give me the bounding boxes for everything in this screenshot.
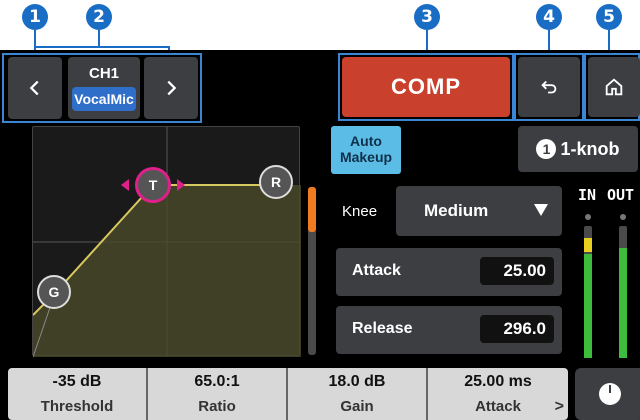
ratio-point-handle[interactable]: R <box>259 165 293 199</box>
channel-number: CH1 <box>88 65 119 82</box>
callout-5-line <box>608 30 610 52</box>
in-clip-indicator <box>585 214 591 220</box>
channel-name: VocalMic <box>72 87 136 111</box>
bottom-attack-cell[interactable]: 25.00 ms Attack > <box>428 368 568 420</box>
chevron-right-icon[interactable]: > <box>555 398 564 416</box>
release-row[interactable]: Release 296.0 <box>336 306 562 354</box>
in-meter-label: IN <box>578 186 597 204</box>
auto-makeup-line1: Auto <box>350 133 382 149</box>
attack-label: Attack <box>352 262 401 279</box>
compressor-graph[interactable]: G T R <box>32 126 301 357</box>
attack-row[interactable]: Attack 25.00 <box>336 248 562 296</box>
one-knob-number-icon: 1 <box>536 139 557 159</box>
gain-cell[interactable]: 18.0 dB Gain <box>288 368 428 420</box>
parameter-bar: -35 dB Threshold 65.0:1 Ratio 18.0 dB Ga… <box>8 368 568 420</box>
knee-value: Medium <box>424 201 489 220</box>
threshold-value: -35 dB <box>52 373 102 390</box>
callout-3-line <box>426 30 428 52</box>
ratio-label: Ratio <box>198 398 236 415</box>
chevron-right-icon <box>167 80 177 96</box>
auto-makeup-line2: Makeup <box>339 149 393 165</box>
callout-2: 2 <box>86 4 112 30</box>
bottom-attack-label: Attack <box>475 398 521 415</box>
back-button[interactable] <box>518 57 580 117</box>
threshold-label: Threshold <box>40 398 114 415</box>
auto-makeup-button[interactable]: Auto Makeup <box>331 126 401 174</box>
threshold-cell[interactable]: -35 dB Threshold <box>8 368 148 420</box>
gain-reduction-meter <box>308 187 316 355</box>
knob-button[interactable] <box>575 368 640 420</box>
callout-5: 5 <box>596 4 622 30</box>
back-arrow-icon <box>541 80 557 94</box>
threshold-point-handle[interactable]: T <box>135 167 171 203</box>
out-clip-indicator <box>620 214 626 220</box>
prev-channel-button[interactable] <box>8 57 62 119</box>
callout-4-line <box>548 30 550 52</box>
channel-label[interactable]: CH1 VocalMic <box>68 57 140 119</box>
callout-1: 1 <box>22 4 48 30</box>
home-button[interactable] <box>588 57 640 117</box>
callout-3: 3 <box>414 4 440 30</box>
next-channel-button[interactable] <box>144 57 198 119</box>
out-level-meter <box>619 226 627 358</box>
one-knob-label: 1-knob <box>560 138 620 159</box>
chevron-left-icon <box>29 80 39 96</box>
ratio-cell[interactable]: 65.0:1 Ratio <box>148 368 288 420</box>
knee-label: Knee <box>342 203 378 220</box>
knee-dropdown[interactable]: Medium <box>396 186 562 236</box>
home-icon <box>605 78 623 96</box>
release-value[interactable]: 296.0 <box>480 315 554 343</box>
gain-value: 18.0 dB <box>328 373 386 390</box>
dropdown-arrow-icon <box>534 204 548 216</box>
knob-icon <box>599 383 621 405</box>
attack-value[interactable]: 25.00 <box>480 257 554 285</box>
release-label: Release <box>352 320 413 337</box>
out-meter-label: OUT <box>607 186 635 204</box>
callout-2-line <box>98 30 100 48</box>
callout-4: 4 <box>536 4 562 30</box>
gate-point-handle[interactable]: G <box>37 275 71 309</box>
in-level-meter <box>584 226 592 358</box>
bottom-attack-value: 25.00 ms <box>464 373 532 390</box>
one-knob-button[interactable]: 1 1-knob <box>518 126 638 172</box>
gain-label: Gain <box>340 398 374 415</box>
ratio-value: 65.0:1 <box>194 373 240 390</box>
comp-module-button[interactable]: COMP <box>342 57 510 117</box>
